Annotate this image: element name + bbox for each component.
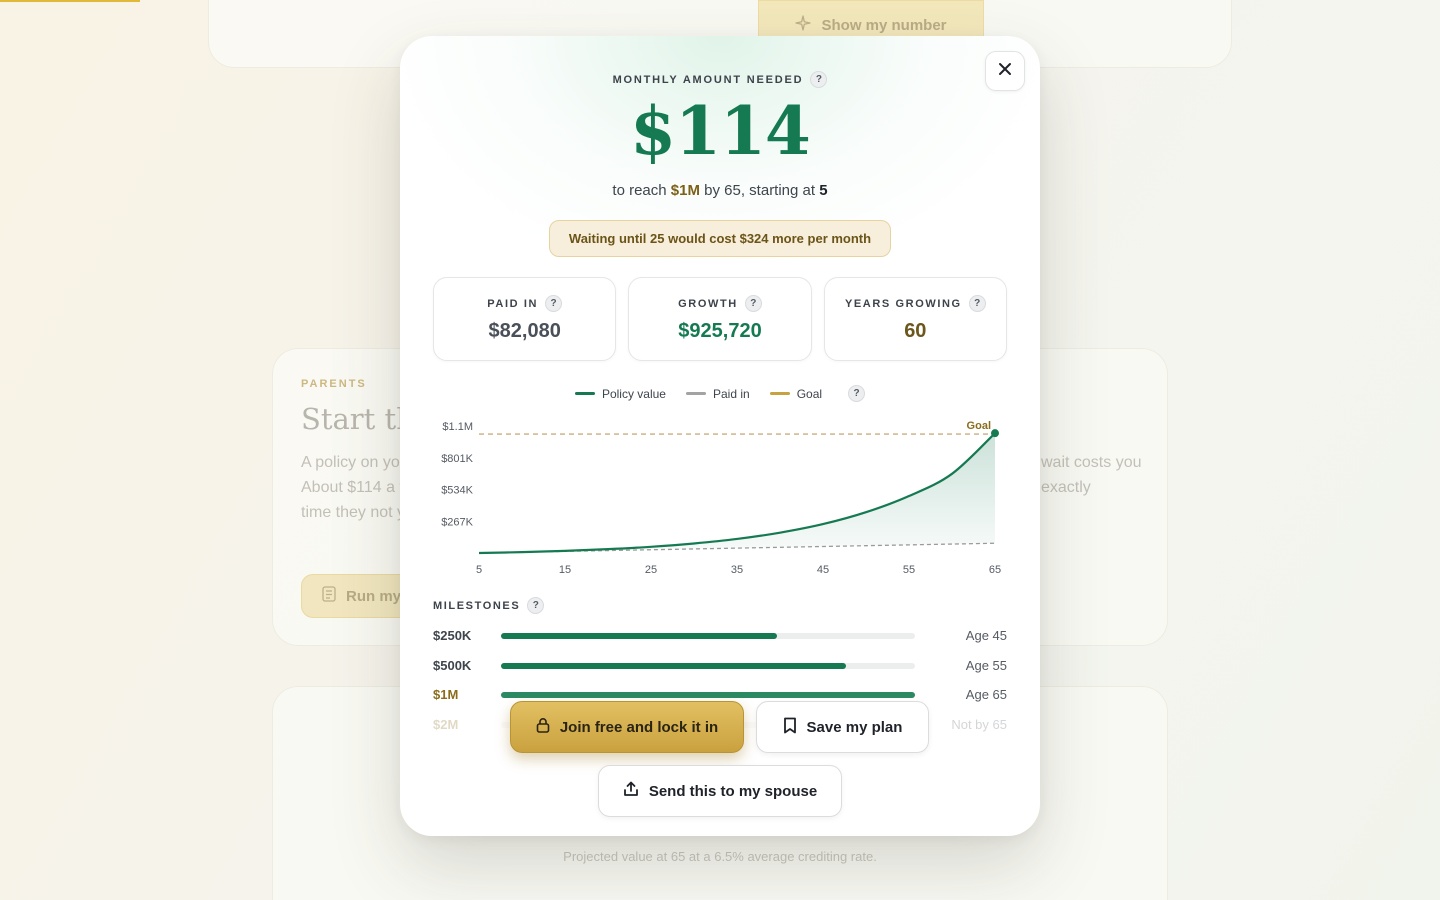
cost-of-waiting-badge: Waiting until 25 would cost $324 more pe… — [549, 220, 891, 257]
amount-label-row: MONTHLY AMOUNT NEEDED ? — [400, 71, 1040, 88]
y-tick-label: $801K — [441, 453, 473, 465]
send-to-spouse-button[interactable]: Send this to my spouse — [598, 765, 842, 817]
send-to-spouse-label: Send this to my spouse — [648, 782, 818, 800]
stat-paid-in: PAID IN? $82,080 — [433, 277, 617, 361]
help-icon[interactable]: ? — [810, 71, 828, 88]
join-free-label: Join free and lock it in — [559, 718, 719, 736]
x-tick-label: 45 — [817, 564, 829, 576]
milestone-track — [501, 633, 915, 639]
summary-start-age: 5 — [819, 182, 828, 199]
background-footnote: Projected value at 65 at a 6.5% average … — [563, 849, 877, 864]
parents-eyebrow: PARENTS — [301, 378, 367, 390]
milestone-age: Age 55 — [965, 658, 1007, 673]
y-tick-label: $267K — [441, 516, 473, 528]
milestone-age: Not by 65 — [951, 717, 1007, 732]
milestones-label: MILESTONES — [433, 599, 521, 612]
result-modal: MONTHLY AMOUNT NEEDED ? $114 to reach $1… — [400, 36, 1040, 836]
milestone-row: $250K Age 45 — [433, 626, 1007, 646]
milestone-progress — [501, 663, 846, 669]
x-tick-label: 55 — [903, 564, 915, 576]
run-my-label: Run my — [346, 587, 402, 605]
sparkle-icon — [795, 15, 812, 35]
milestone-progress — [501, 633, 778, 639]
calculator-icon — [322, 586, 336, 606]
summary-mid: by 65, starting at — [699, 182, 820, 199]
legend-policy-value: Policy value — [574, 386, 666, 401]
milestone-amount: $500K — [433, 658, 472, 673]
goal-summary: to reach $1M by 65, starting at 5 — [400, 182, 1040, 199]
join-free-button[interactable]: Join free and lock it in — [510, 701, 744, 753]
parents-body-right: wait costs you exactly — [1041, 454, 1142, 496]
milestone-progress — [501, 692, 915, 698]
stat-growth: GROWTH? $925,720 — [628, 277, 812, 361]
stat-years-growing: YEARS GROWING? 60 — [823, 277, 1007, 361]
stat-label: YEARS GROWING — [844, 297, 962, 310]
milestone-age: Age 65 — [965, 687, 1007, 702]
milestone-age: Age 45 — [965, 628, 1007, 643]
legend-swatch — [574, 392, 595, 395]
summary-prefix: to reach — [612, 182, 671, 199]
x-tick-label: 65 — [989, 564, 1001, 576]
help-icon[interactable]: ? — [744, 295, 762, 312]
legend-goal: Goal — [769, 386, 823, 401]
milestone-amount: $2M — [433, 717, 459, 732]
save-plan-label: Save my plan — [806, 718, 903, 736]
stat-label: PAID IN — [487, 297, 539, 310]
legend-label: Goal — [796, 386, 823, 401]
lock-icon — [536, 717, 550, 737]
stat-label: GROWTH — [678, 297, 738, 310]
amount-label: MONTHLY AMOUNT NEEDED — [612, 73, 804, 86]
share-icon — [623, 781, 639, 801]
help-icon[interactable]: ? — [848, 385, 866, 402]
milestone-track — [501, 692, 915, 698]
legend-label: Policy value — [601, 386, 666, 401]
milestone-amount: $1M — [433, 687, 459, 702]
stat-value: $82,080 — [488, 320, 561, 342]
top-accent-bar — [0, 0, 140, 2]
help-icon[interactable]: ? — [968, 295, 986, 312]
help-icon[interactable]: ? — [527, 597, 545, 614]
milestone-amount: $250K — [433, 628, 472, 643]
goal-label: Goal — [967, 420, 991, 432]
bookmark-icon — [783, 717, 797, 738]
chart-legend: Policy value Paid in Goal ? — [400, 385, 1040, 402]
stats-row: PAID IN? $82,080 GROWTH? $925,720 YEARS … — [433, 277, 1007, 361]
x-tick-label: 25 — [645, 564, 657, 576]
legend-label: Paid in — [712, 386, 750, 401]
legend-swatch — [769, 392, 790, 395]
legend-swatch — [685, 392, 706, 395]
milestone-track — [501, 663, 915, 669]
save-plan-button[interactable]: Save my plan — [756, 701, 929, 753]
monthly-amount: $114 — [630, 92, 811, 170]
legend-paid-in: Paid in — [685, 386, 750, 401]
x-tick-label: 15 — [559, 564, 571, 576]
policy-value-endpoint — [991, 429, 999, 438]
stat-value: $925,720 — [678, 320, 762, 342]
growth-chart: Goal $267K $534K $801K $1.1M 5 15 25 35 45 55 65 — [441, 420, 1001, 576]
stat-value: 60 — [904, 320, 927, 342]
help-icon[interactable]: ? — [545, 295, 563, 312]
x-tick-label: 35 — [731, 564, 743, 576]
milestone-row: $500K Age 55 — [433, 656, 1007, 676]
milestones-header: MILESTONES ? — [433, 597, 545, 614]
summary-target: $1M — [670, 182, 700, 199]
show-my-number-label: Show my number — [821, 16, 947, 34]
x-tick-label: 5 — [476, 564, 482, 576]
y-tick-label: $534K — [441, 485, 473, 497]
y-tick-label: $1.1M — [442, 421, 473, 433]
